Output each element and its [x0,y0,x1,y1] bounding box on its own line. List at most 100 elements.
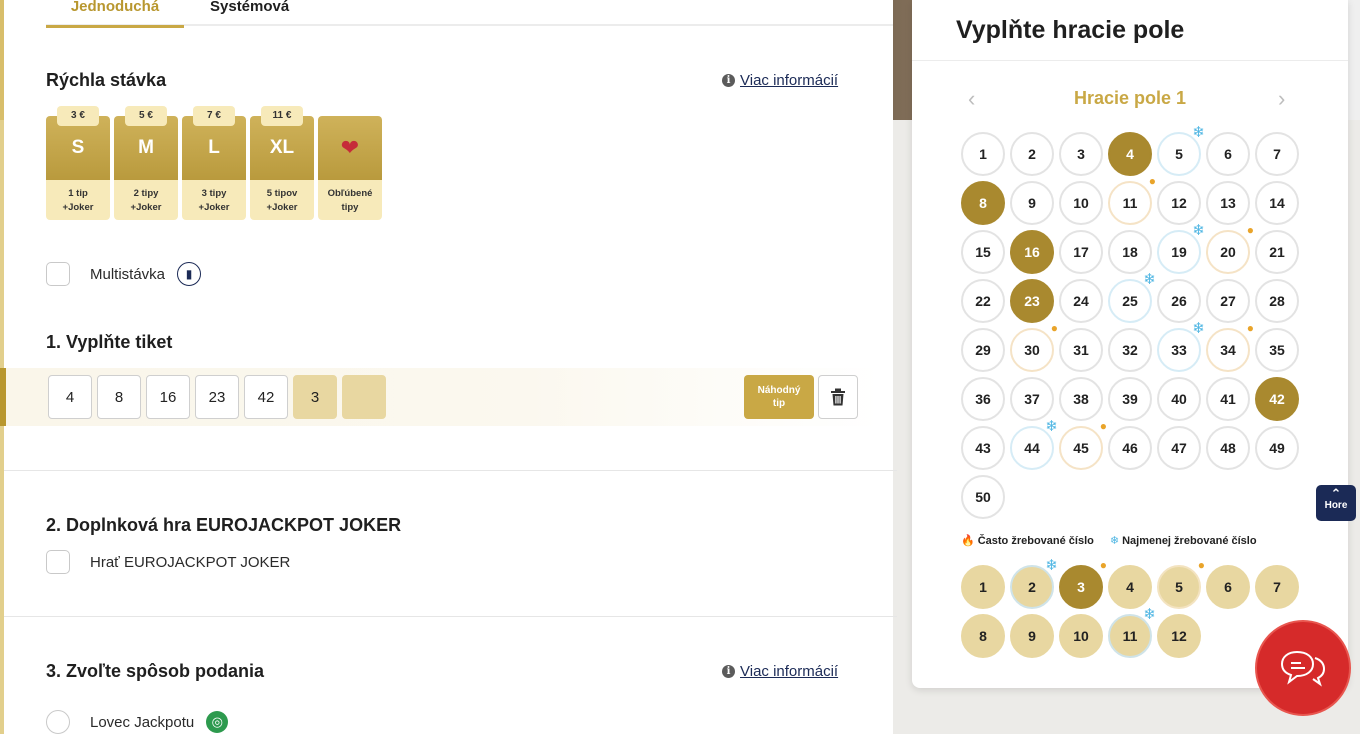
tab-simple[interactable]: Jednoduchá [46,0,184,28]
quick-bet-joker: +Joker [198,202,230,213]
main-ball[interactable]: 16 [1010,230,1054,274]
main-ball[interactable]: 36 [961,377,1005,421]
euro-ball[interactable]: 7 [1255,565,1299,609]
main-ball[interactable]: 43 [961,426,1005,470]
euro-ball[interactable]: 3 ● [1059,558,1107,609]
main-ball[interactable]: 13 [1206,181,1250,225]
favorites-line2: tipy [341,202,359,213]
main-ball[interactable]: 3 [1059,132,1103,176]
main-ball[interactable]: 37 [1010,377,1054,421]
euro-ball[interactable]: 2 ❄ [1010,558,1058,609]
quick-bet-more-info[interactable]: i Viac informácií [722,72,838,89]
main-ball[interactable]: 31 [1059,328,1103,372]
main-ball[interactable]: 4 [1108,132,1152,176]
euro-ball[interactable]: 10 [1059,614,1103,658]
quick-bet-favorites[interactable]: ❤ Obľúbené tipy [318,106,382,220]
main-ball[interactable]: 33 ❄ [1157,321,1205,372]
ticket-main-number[interactable]: 8 [97,375,141,419]
main-ball[interactable]: 18 [1108,230,1152,274]
main-ball[interactable]: 46 [1108,426,1152,470]
main-ball[interactable]: 21 [1255,230,1299,274]
main-ball[interactable]: 19 ❄ [1157,223,1205,274]
main-ball[interactable]: 30 ● [1010,321,1058,372]
ticket-euro-number[interactable]: 3 [293,375,337,419]
main-ball[interactable]: 9 [1010,181,1054,225]
euro-ball[interactable]: 1 [961,565,1005,609]
main-ball[interactable]: 12 [1157,181,1201,225]
main-ball[interactable]: 49 [1255,426,1299,470]
main-ball[interactable]: 48 [1206,426,1250,470]
quick-bet-tips: 5 tipov [266,188,298,199]
main-ball[interactable]: 47 [1157,426,1201,470]
main-ball[interactable]: 5 ❄ [1157,125,1205,176]
quick-bet-l[interactable]: L 7 € 3 tipy +Joker [182,106,246,220]
quick-bet-m[interactable]: M 5 € 2 tipy +Joker [114,106,178,220]
main-ball[interactable]: 45 ● [1059,419,1107,470]
main-ball[interactable]: 1 [961,132,1005,176]
main-ball[interactable]: 22 [961,279,1005,323]
multibet-checkbox[interactable] [46,262,70,286]
main-ball-number: 22 [975,293,991,309]
main-ball[interactable]: 35 [1255,328,1299,372]
main-ball[interactable]: 44 ❄ [1010,419,1058,470]
main-ball[interactable]: 7 [1255,132,1299,176]
random-tip-button[interactable]: Náhodný tip [744,375,814,419]
main-ball[interactable]: 27 [1206,279,1250,323]
main-ball[interactable]: 20 ● [1206,223,1254,274]
ticket-euro-number[interactable] [342,375,386,419]
main-ball[interactable]: 32 [1108,328,1152,372]
main-ball[interactable]: 50 [961,475,1005,519]
quick-bet-joker: +Joker [62,202,94,213]
main-ball-number: 23 [1024,293,1040,309]
main-ball-number: 27 [1220,293,1236,309]
ticket-main-number[interactable]: 16 [146,375,190,419]
euro-ball[interactable]: 11 ❄ [1108,607,1156,658]
tab-system[interactable]: Systémová [210,0,289,25]
main-ball[interactable]: 34 ● [1206,321,1254,372]
main-ball[interactable]: 24 [1059,279,1103,323]
main-ball[interactable]: 17 [1059,230,1103,274]
euro-ball[interactable]: 4 [1108,565,1152,609]
main-ball[interactable]: 28 [1255,279,1299,323]
main-ball[interactable]: 2 [1010,132,1054,176]
main-ball[interactable]: 25 ❄ [1108,272,1156,323]
main-ball[interactable]: 41 [1206,377,1250,421]
quick-bet-joker: +Joker [130,202,162,213]
main-ball[interactable]: 23 [1010,279,1054,323]
euro-ball[interactable]: 12 [1157,614,1201,658]
main-ball[interactable]: 39 [1108,377,1152,421]
chat-button[interactable] [1255,620,1351,716]
euro-ball[interactable]: 6 [1206,565,1250,609]
delete-ticket-button[interactable] [818,375,858,419]
quick-bet-xl[interactable]: XL 11 € 5 tipov +Joker [250,106,314,220]
main-ball[interactable]: 14 [1255,181,1299,225]
main-ball[interactable]: 40 [1157,377,1201,421]
main-ball[interactable]: 6 [1206,132,1250,176]
main-ball[interactable]: 42 [1255,377,1299,421]
bet-type-tabs: Jednoduchá Systémová [46,0,897,28]
main-ball[interactable]: 26 [1157,279,1201,323]
ticket-main-number[interactable]: 42 [244,375,288,419]
ticket-main-number[interactable]: 4 [48,375,92,419]
joker-checkbox[interactable] [46,550,70,574]
favorites-top: ❤ [318,116,382,180]
snowflake-icon: ❄ [1109,535,1120,547]
main-ball[interactable]: 38 [1059,377,1103,421]
more-info-link[interactable]: Viac informácií [740,72,838,89]
euro-ball[interactable]: 5 ● [1157,558,1205,609]
main-ball[interactable]: 11 ● [1108,174,1156,225]
main-ball[interactable]: 15 [961,230,1005,274]
euro-ball[interactable]: 8 [961,614,1005,658]
ticket-main-number[interactable]: 23 [195,375,239,419]
jackpot-hunter-radio[interactable] [46,710,70,734]
main-ball[interactable]: 29 [961,328,1005,372]
euro-ball[interactable]: 9 [1010,614,1054,658]
main-ball-number: 50 [975,489,991,505]
chevron-right-icon[interactable]: › [1278,86,1285,112]
scroll-top-button[interactable]: ⌃ Hore [1316,485,1356,521]
more-info-link[interactable]: Viac informácií [740,663,838,680]
submission-more-info[interactable]: i Viac informácií [722,663,838,680]
main-ball[interactable]: 8 [961,181,1005,225]
quick-bet-s[interactable]: S 3 € 1 tip +Joker [46,106,110,220]
main-ball[interactable]: 10 [1059,181,1103,225]
